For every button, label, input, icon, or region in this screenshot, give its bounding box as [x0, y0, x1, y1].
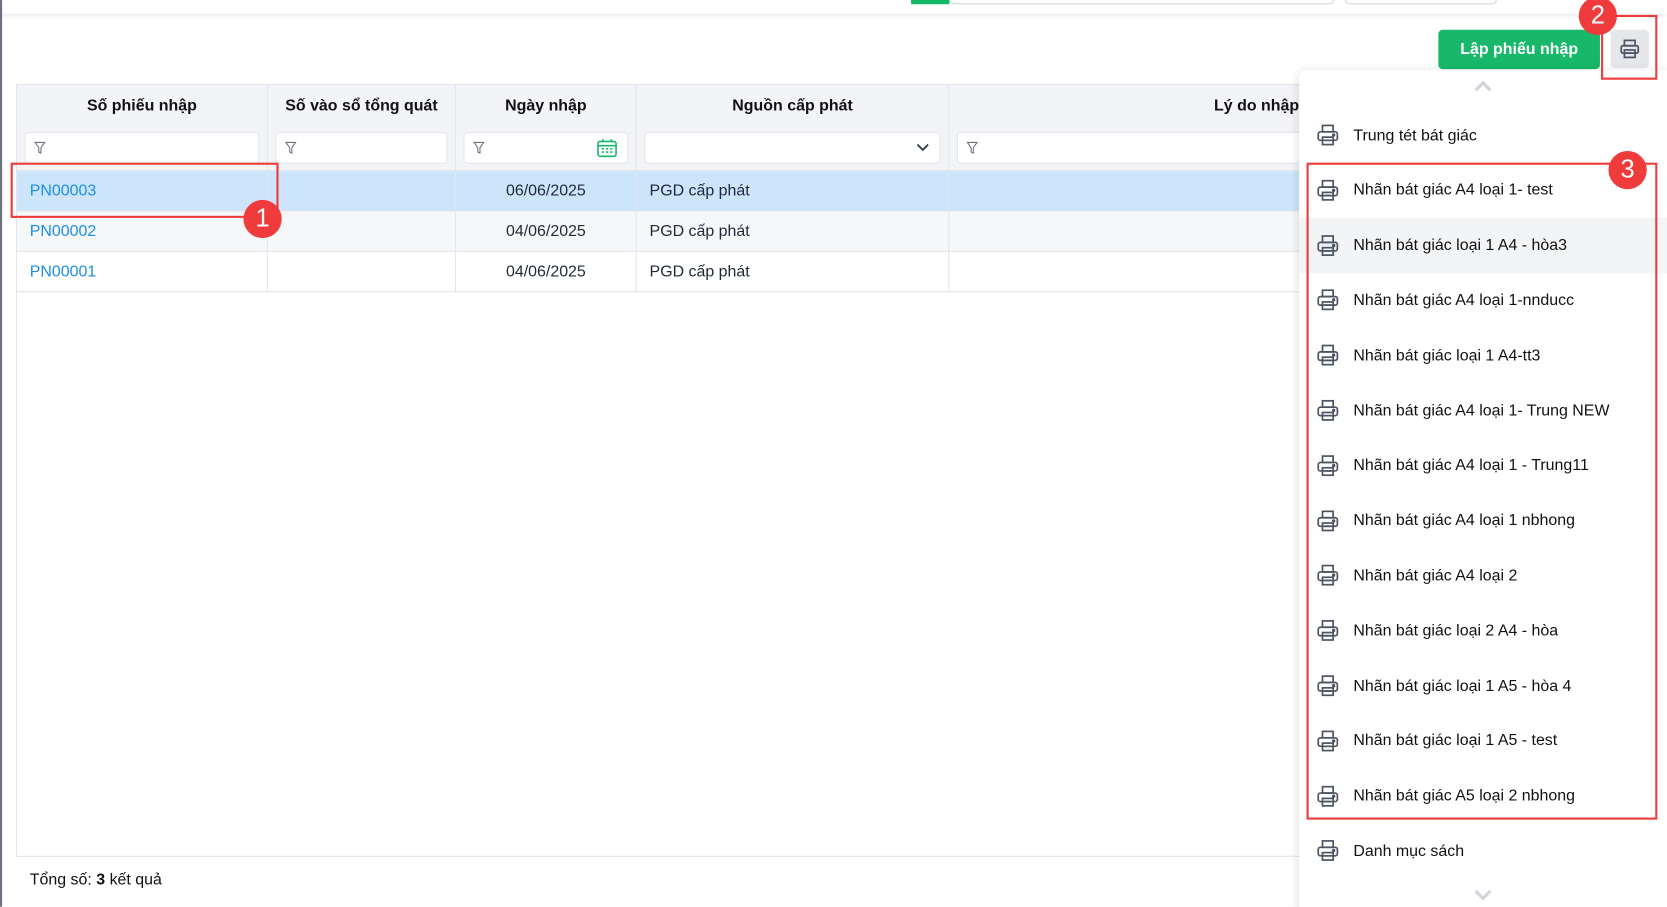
- top-select[interactable]: [1344, 0, 1497, 5]
- top-green-button[interactable]: [911, 0, 950, 5]
- annotation-badge-1: 1: [243, 199, 282, 239]
- scroll-down-icon[interactable]: [1473, 889, 1492, 901]
- calendar-icon[interactable]: [596, 138, 617, 158]
- result-count-suffix: kết quả: [109, 870, 162, 889]
- scroll-up-icon[interactable]: [1473, 80, 1492, 93]
- annotation-badge-3: 3: [1608, 150, 1647, 190]
- result-count-prefix: Tổng số:: [29, 870, 92, 889]
- column-header: Số phiếu nhập: [86, 96, 197, 115]
- ledger-cell: [268, 211, 457, 251]
- annotation-box-1: [10, 162, 279, 218]
- top-bar: [0, 0, 1667, 14]
- date-cell: 04/06/2025: [456, 251, 637, 292]
- source-cell: PGD cấp phát: [637, 171, 950, 211]
- ledger-cell: [268, 171, 457, 211]
- code-filter-input[interactable]: [24, 131, 260, 164]
- print-menu-item-label: Trung tét bát giác: [1353, 125, 1477, 145]
- annotation-box-3: [1306, 162, 1658, 820]
- receipt-code-link[interactable]: PN00001: [17, 251, 268, 292]
- column-code: Số phiếu nhập: [17, 85, 268, 171]
- source-cell: PGD cấp phát: [637, 251, 950, 292]
- column-header: Ngày nhập: [505, 96, 587, 115]
- print-menu-item[interactable]: Danh mục sách: [1299, 823, 1667, 878]
- column-source: Nguồn cấp phát: [637, 85, 950, 171]
- ledger-filter-input[interactable]: [275, 131, 448, 164]
- left-border: [0, 0, 3, 907]
- column-header: Nguồn cấp phát: [732, 96, 853, 115]
- filter-icon: [966, 141, 979, 154]
- create-receipt-button[interactable]: Lập phiếu nhập: [1438, 29, 1600, 70]
- column-header: Số vào sổ tổng quát: [285, 96, 438, 115]
- filter-icon: [284, 141, 297, 154]
- chevron-down-icon: [916, 143, 929, 152]
- column-date: Ngày nhập: [456, 85, 637, 171]
- top-search-input[interactable]: [949, 0, 1335, 5]
- result-count: Tổng số: 3 kết quả: [30, 871, 162, 889]
- date-cell: 04/06/2025: [456, 211, 637, 251]
- printer-icon: [1317, 840, 1339, 862]
- filter-icon: [34, 141, 46, 154]
- date-cell: 06/06/2025: [456, 171, 637, 211]
- print-menu-item[interactable]: Trung tét bát giác: [1299, 107, 1667, 162]
- date-filter-input[interactable]: [463, 131, 629, 164]
- source-filter-select[interactable]: [644, 131, 941, 164]
- print-menu-item-label: Danh mục sách: [1353, 841, 1465, 860]
- printer-icon: [1317, 124, 1339, 146]
- ledger-cell: [268, 251, 457, 292]
- result-count-value: 3: [96, 870, 106, 889]
- column-ledger: Số vào sổ tổng quát: [268, 85, 457, 171]
- filter-icon: [473, 141, 485, 154]
- source-cell: PGD cấp phát: [637, 211, 950, 251]
